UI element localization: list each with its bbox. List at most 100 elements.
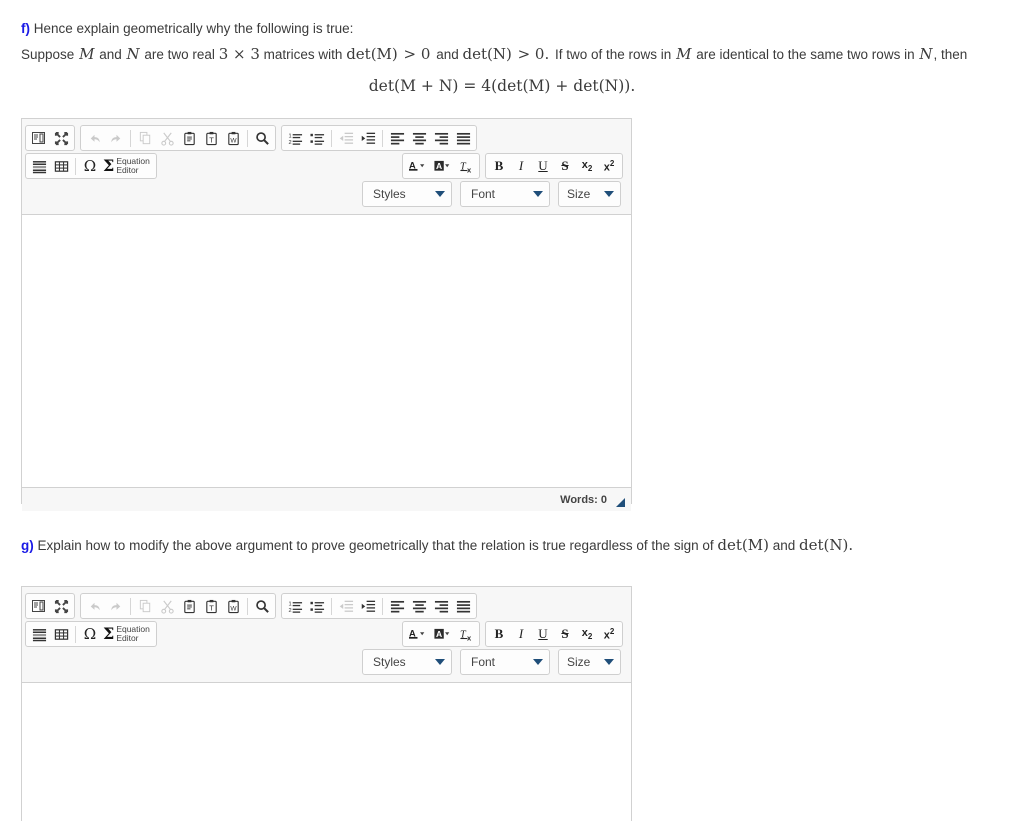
- background-color-icon[interactable]: A: [430, 155, 455, 177]
- source-icon[interactable]: [28, 595, 50, 617]
- justify-icon[interactable]: [452, 127, 474, 149]
- text-color-icon[interactable]: A: [405, 155, 430, 177]
- table-icon[interactable]: [50, 623, 72, 645]
- special-char-icon[interactable]: Ω: [79, 623, 101, 645]
- bold-icon[interactable]: B: [488, 623, 510, 645]
- numbered-list-icon[interactable]: 1 2: [284, 595, 306, 617]
- rich-text-editor-2: T W 1 2 Ω Σ Equation Editor A A T x B I …: [21, 586, 632, 821]
- qf-var-n: N: [126, 45, 140, 63]
- word-count-label: Words: 0: [560, 493, 607, 506]
- svg-text:A: A: [436, 161, 442, 171]
- editor-1-toolbar: T W 1 2 Ω Σ Equation Editor A A T x B I …: [22, 119, 631, 215]
- align-center-icon[interactable]: [408, 127, 430, 149]
- align-right-icon[interactable]: [430, 127, 452, 149]
- size-dropdown[interactable]: Size: [558, 649, 621, 675]
- table-icon[interactable]: [50, 155, 72, 177]
- copy-icon[interactable]: [134, 127, 156, 149]
- underline-icon[interactable]: U: [532, 623, 554, 645]
- increase-indent-icon[interactable]: [357, 127, 379, 149]
- size-dropdown[interactable]: Size: [558, 181, 621, 207]
- font-dropdown[interactable]: Font: [460, 181, 550, 207]
- source-icon[interactable]: [28, 127, 50, 149]
- font-dropdown[interactable]: Font: [460, 649, 550, 675]
- superscript-icon[interactable]: x2: [598, 155, 620, 177]
- superscript-icon[interactable]: x2: [598, 623, 620, 645]
- svg-text:x: x: [466, 633, 471, 641]
- increase-indent-icon[interactable]: [357, 595, 379, 617]
- paste-word-icon[interactable]: W: [222, 127, 244, 149]
- qg-t1: Explain how to modify the above argument…: [37, 538, 714, 553]
- paste-text-icon[interactable]: T: [200, 595, 222, 617]
- toolbar-separator: [331, 597, 332, 615]
- toolbar-separator: [382, 597, 383, 615]
- remove-format-icon[interactable]: T x: [455, 623, 477, 645]
- special-char-icon[interactable]: Ω: [79, 155, 101, 177]
- styles-dropdown[interactable]: Styles: [362, 181, 452, 207]
- toolbar-row-3: Styles Font Size: [25, 181, 628, 207]
- bold-icon[interactable]: B: [488, 155, 510, 177]
- redo-icon[interactable]: [105, 595, 127, 617]
- qf-t8: , then: [933, 47, 968, 62]
- align-center-icon[interactable]: [408, 595, 430, 617]
- align-left-icon[interactable]: [386, 595, 408, 617]
- paste-icon[interactable]: [178, 127, 200, 149]
- strikethrough-icon[interactable]: S: [554, 623, 576, 645]
- decrease-indent-icon[interactable]: [335, 595, 357, 617]
- chevron-down-icon: [533, 659, 543, 665]
- decrease-indent-icon[interactable]: [335, 127, 357, 149]
- maximize-icon[interactable]: [50, 595, 72, 617]
- equation-editor-button[interactable]: Σ Equation Editor: [101, 155, 154, 177]
- underline-icon[interactable]: U: [532, 155, 554, 177]
- background-color-icon[interactable]: A: [430, 623, 455, 645]
- toolbar-group-document: [25, 593, 75, 619]
- undo-icon[interactable]: [83, 595, 105, 617]
- italic-icon[interactable]: I: [510, 623, 532, 645]
- styles-dropdown[interactable]: Styles: [362, 649, 452, 675]
- qf-gt2: > 0.: [517, 45, 550, 63]
- equation-editor-button[interactable]: Σ Equation Editor: [101, 623, 154, 645]
- qf-t7: are identical to the same two rows in: [696, 47, 915, 62]
- resize-grip-icon[interactable]: [616, 497, 625, 507]
- copy-icon[interactable]: [134, 595, 156, 617]
- align-right-icon[interactable]: [430, 595, 452, 617]
- paste-text-icon[interactable]: T: [200, 127, 222, 149]
- qg-detm: det(M): [717, 536, 769, 554]
- horizontal-rule-icon[interactable]: [28, 623, 50, 645]
- svg-text:W: W: [230, 605, 237, 612]
- subscript-icon[interactable]: x2: [576, 623, 598, 645]
- maximize-icon[interactable]: [50, 127, 72, 149]
- find-icon[interactable]: [251, 595, 273, 617]
- question-f-intro: f) Hence explain geometrically why the f…: [21, 19, 353, 39]
- toolbar-separator: [75, 157, 76, 175]
- paste-word-icon[interactable]: W: [222, 595, 244, 617]
- chevron-down-icon: [435, 191, 445, 197]
- text-color-icon[interactable]: A: [405, 623, 430, 645]
- subscript-icon[interactable]: x2: [576, 155, 598, 177]
- find-icon[interactable]: [251, 127, 273, 149]
- cut-icon[interactable]: [156, 595, 178, 617]
- numbered-list-icon[interactable]: 1 2: [284, 127, 306, 149]
- toolbar-group-color: A A T x: [402, 621, 480, 647]
- cut-icon[interactable]: [156, 127, 178, 149]
- remove-format-icon[interactable]: T x: [455, 155, 477, 177]
- bulleted-list-icon[interactable]: [306, 595, 328, 617]
- svg-text:T: T: [209, 603, 214, 612]
- undo-icon[interactable]: [83, 127, 105, 149]
- paste-icon[interactable]: [178, 595, 200, 617]
- align-left-icon[interactable]: [386, 127, 408, 149]
- qg-t2: and: [772, 538, 796, 553]
- editor-1-content-area[interactable]: [22, 215, 631, 487]
- qf-t6: If two of the rows in: [555, 47, 672, 62]
- bulleted-list-icon[interactable]: [306, 127, 328, 149]
- horizontal-rule-icon[interactable]: [28, 155, 50, 177]
- strikethrough-icon[interactable]: S: [554, 155, 576, 177]
- qf-t4: matrices with: [263, 47, 343, 62]
- editor-2-content-area[interactable]: [22, 683, 631, 807]
- redo-icon[interactable]: [105, 127, 127, 149]
- rich-text-editor-1: T W 1 2 Ω Σ Equation Editor A A T x B I …: [21, 118, 632, 511]
- italic-icon[interactable]: I: [510, 155, 532, 177]
- justify-icon[interactable]: [452, 595, 474, 617]
- question-f-body: Suppose M and N are two real 3 × 3 matri…: [21, 44, 983, 97]
- chevron-down-icon: [604, 659, 614, 665]
- toolbar-separator: [382, 129, 383, 147]
